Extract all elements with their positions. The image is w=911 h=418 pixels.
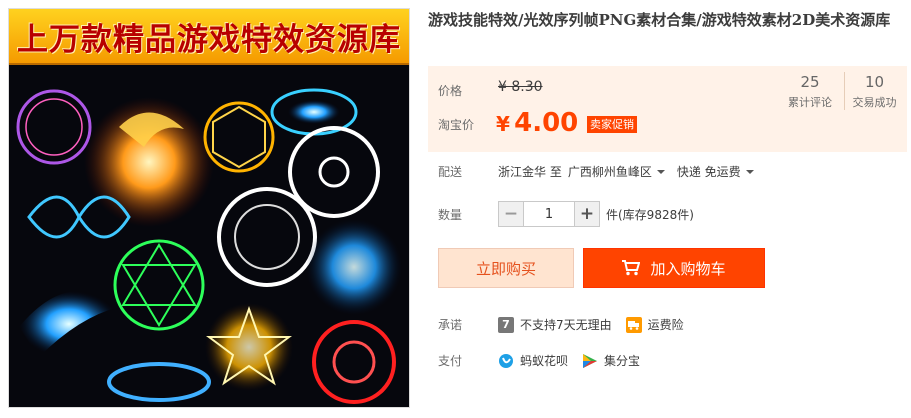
stock-info: 件(库存9828件) [606, 207, 694, 222]
payment-row: 支付 蚂蚁花呗 集分宝 [428, 352, 654, 369]
shipping-label: 配送 [438, 165, 463, 179]
current-price-value: 4.00 [514, 108, 579, 138]
effects-artwork [16, 88, 402, 404]
no-reason-return-badge[interactable]: 7 不支持7天无理由 [498, 316, 612, 333]
ship-to: 广西柳州鱼峰区 [567, 165, 652, 179]
review-count: 25 [800, 73, 820, 91]
huabei-text: 蚂蚁花呗 [520, 354, 569, 368]
decrease-button[interactable]: − [499, 202, 523, 226]
payment-label: 支付 [438, 354, 463, 368]
product-image[interactable]: 上万款精品游戏特效资源库 [8, 8, 410, 408]
no-reason-text: 不支持7天无理由 [520, 318, 612, 332]
quantity-label: 数量 [438, 207, 463, 222]
original-price: ¥ 8.30 [498, 79, 543, 95]
promise-row: 承诺 7 不支持7天无理由 运费险 [428, 316, 698, 333]
deal-count: 10 [864, 73, 885, 91]
quantity-input[interactable] [523, 202, 575, 226]
seven-day-icon: 7 [498, 316, 514, 333]
current-price: ¥ 4.00 [496, 108, 578, 138]
price-label: 价格 [438, 84, 463, 98]
ship-from: 浙江金华 至 [498, 165, 562, 179]
taobao-price-label: 淘宝价 [438, 118, 475, 132]
freight-insurance-badge[interactable]: 运费险 [625, 316, 684, 333]
review-stat[interactable]: 25 累计评论 [780, 72, 840, 110]
increase-button[interactable]: + [575, 202, 599, 226]
add-to-cart-button[interactable]: 加入购物车 [583, 248, 765, 288]
cart-icon [622, 260, 641, 276]
image-banner: 上万款精品游戏特效资源库 [9, 9, 409, 65]
quantity-row: 数量 − + 件(库存9828件) [428, 201, 694, 227]
deal-label: 交易成功 [852, 96, 897, 109]
jifenbao-text: 集分宝 [604, 354, 641, 368]
add-to-cart-label: 加入购物车 [650, 259, 726, 278]
promo-badge: 卖家促销 [587, 116, 637, 133]
chevron-down-icon [656, 169, 665, 174]
buy-now-label: 立即购买 [475, 259, 536, 278]
ship-to-selector[interactable]: 广西柳州鱼峰区 [568, 163, 677, 180]
shipping-row: 配送 浙江金华 至 广西柳州鱼峰区 快递 免运费 [428, 163, 766, 180]
promise-label: 承诺 [438, 318, 463, 332]
jifenbao-badge[interactable]: 集分宝 [582, 352, 640, 369]
freight-insurance-text: 运费险 [647, 318, 684, 332]
buy-now-button[interactable]: 立即购买 [438, 248, 574, 288]
currency-symbol: ¥ [496, 112, 510, 136]
deal-stat: 10 交易成功 [844, 72, 904, 110]
shipping-method: 快递 免运费 [676, 165, 741, 179]
shipping-method-selector[interactable]: 快递 免运费 [677, 163, 766, 180]
chevron-down-icon [745, 169, 754, 174]
product-title: 游戏技能特效/光效序列帧PNG素材合集/游戏特效素材2D美术资源库 [428, 11, 891, 29]
image-banner-text: 上万款精品游戏特效资源库 [17, 21, 401, 58]
jifenbao-icon [582, 352, 599, 369]
review-label: 累计评论 [788, 96, 832, 109]
huabei-icon [498, 352, 514, 369]
quantity-stepper: − + [498, 201, 600, 227]
huabei-badge[interactable]: 蚂蚁花呗 [498, 352, 568, 369]
price-panel: 价格 ¥ 8.30 淘宝价 ¥ 4.00 卖家促销 25 累计评论 10 交易成… [428, 66, 907, 152]
truck-icon [625, 316, 642, 333]
